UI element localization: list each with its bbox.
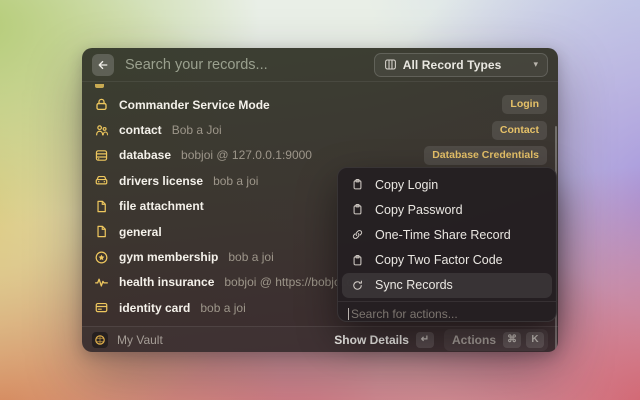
menu-item-label: Copy Login [375, 178, 438, 192]
search-input[interactable]: Search your records... [125, 57, 374, 73]
menu-item-copy-password[interactable]: Copy Password [342, 197, 552, 222]
record-type-badge: Contact [492, 121, 547, 140]
record-subtitle: bob a joi [213, 174, 258, 188]
record-title: contact [119, 123, 162, 137]
record-title: drivers license [119, 174, 203, 188]
file-icon [94, 199, 109, 214]
menu-item-label: One-Time Share Record [375, 228, 511, 242]
record-title: identity card [119, 301, 190, 315]
menu-item-label: Copy Password [375, 203, 463, 217]
star-icon [94, 250, 109, 265]
idcard-icon [94, 300, 109, 315]
link-icon [351, 228, 365, 242]
record-subtitle: bobjoi @ 127.0.0.1:9000 [181, 148, 312, 162]
record-title: database [119, 148, 171, 162]
menu-item-label: Sync Records [375, 278, 453, 292]
show-details-button[interactable]: Show Details [334, 333, 409, 347]
menu-item-sync-records[interactable]: Sync Records [342, 273, 552, 298]
actions-search-placeholder: Search for actions... [351, 307, 458, 321]
record-type-badge: Login [502, 95, 547, 114]
enter-key-badge: ↵ [416, 332, 434, 348]
vault-name[interactable]: My Vault [117, 333, 163, 347]
actions-search-input[interactable]: Search for actions... [338, 301, 556, 322]
record-title: gym membership [119, 250, 218, 264]
actions-button[interactable]: Actions ⌘ K [444, 329, 548, 351]
clipped-row-icon [95, 84, 104, 88]
menu-item-one-time-share[interactable]: One-Time Share Record [342, 222, 552, 247]
pulse-icon [94, 275, 109, 290]
record-type-badge: Database Credentials [424, 146, 547, 165]
keeper-logo [92, 332, 108, 348]
actions-context-menu: Copy Login Copy Password One-Time Share … [337, 167, 557, 322]
chevron-down-icon: ▾ [533, 59, 538, 70]
sync-icon [351, 278, 365, 292]
record-row-contact[interactable]: contact Bob a Joi Contact [82, 117, 558, 142]
record-title: Commander Service Mode [119, 98, 270, 112]
record-row-commander[interactable]: Commander Service Mode Login [82, 92, 558, 117]
record-title: file attachment [119, 199, 204, 213]
cmd-key-badge: ⌘ [503, 332, 521, 348]
bottom-bar: My Vault Show Details ↵ Actions ⌘ K [82, 326, 558, 352]
record-subtitle: bob a joi [228, 250, 273, 264]
record-row-database[interactable]: database bobjoi @ 127.0.0.1:9000 Databas… [82, 143, 558, 168]
contact-icon [94, 123, 109, 138]
record-subtitle: Bob a Joi [172, 123, 222, 137]
clipboard-icon [351, 178, 365, 192]
text-caret [348, 308, 349, 320]
record-type-filter-label: All Record Types [403, 58, 502, 72]
car-icon [94, 173, 109, 188]
record-title: general [119, 225, 162, 239]
record-title: health insurance [119, 275, 214, 289]
actions-label: Actions [452, 333, 496, 347]
k-key-badge: K [526, 332, 544, 348]
back-button[interactable] [92, 54, 114, 76]
record-types-icon [384, 58, 397, 71]
clipboard-icon [351, 253, 365, 267]
database-icon [94, 148, 109, 163]
menu-item-copy-login[interactable]: Copy Login [342, 172, 552, 197]
menu-item-label: Copy Two Factor Code [375, 253, 503, 267]
record-subtitle: bob a joi [200, 301, 245, 315]
arrow-left-icon [97, 59, 109, 71]
top-bar: Search your records... All Record Types … [82, 48, 558, 82]
record-type-filter[interactable]: All Record Types ▾ [374, 53, 548, 77]
menu-item-copy-two-factor[interactable]: Copy Two Factor Code [342, 248, 552, 273]
clipboard-icon [351, 203, 365, 217]
lock-icon [94, 97, 109, 112]
file-icon [94, 224, 109, 239]
